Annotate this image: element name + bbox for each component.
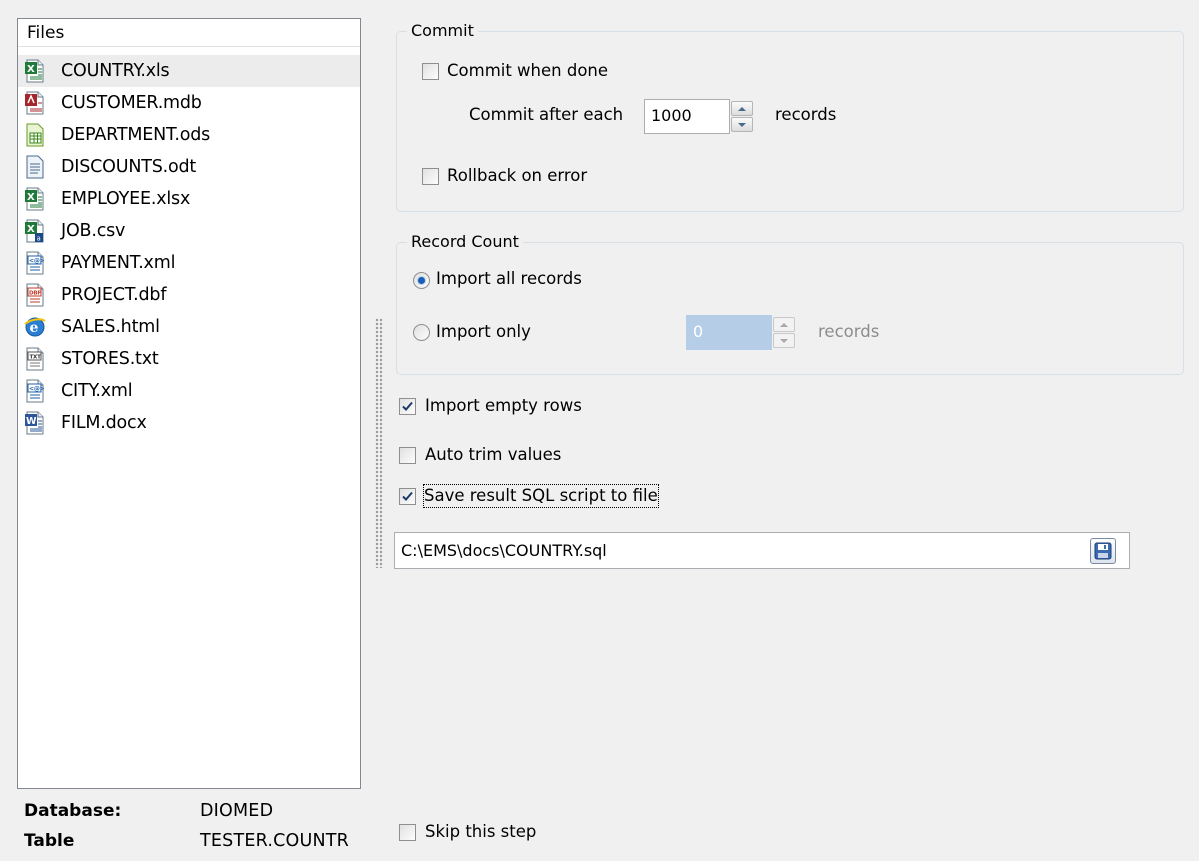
save-disk-icon (1094, 542, 1112, 560)
file-name: JOB.csv (61, 221, 126, 241)
files-panel: Files X COUNTRY.xls CUSTOMER.mdb DEPARTM… (17, 18, 361, 789)
svg-text:<@>: <@> (29, 386, 45, 393)
svg-text:X: X (27, 192, 35, 203)
svg-text:TXT: TXT (30, 355, 42, 361)
csv-file-icon: X a (25, 219, 46, 243)
arrow-down-icon (738, 122, 746, 127)
file-name: COUNTRY.xls (61, 61, 170, 81)
file-name: CITY.xml (61, 381, 133, 401)
import-only-label[interactable]: Import only (436, 321, 531, 343)
record-count-group: Record Count (396, 230, 1184, 375)
file-item-city[interactable]: <@> CITY.xml (18, 375, 360, 407)
ods-file-icon (26, 123, 44, 147)
txt-file-icon: TXT (24, 347, 46, 371)
commit-after-each-label: Commit after each (469, 105, 624, 124)
commit-after-each-input[interactable]: 1000 (644, 99, 730, 134)
commit-when-done-checkbox[interactable] (422, 63, 439, 80)
import-empty-rows-checkbox[interactable] (399, 398, 416, 415)
xml-file-icon: <@> (24, 251, 45, 275)
excel-file-icon: X (25, 187, 46, 211)
import-all-records-label[interactable]: Import all records (436, 268, 582, 290)
file-name: FILM.docx (61, 413, 147, 433)
save-sql-script-checkbox[interactable] (399, 488, 416, 505)
file-item-employee[interactable]: X EMPLOYEE.xlsx (18, 183, 360, 215)
odt-file-icon (26, 155, 44, 179)
splitter-handle[interactable] (375, 318, 383, 568)
html-file-icon: e (24, 317, 46, 337)
table-label: Table (24, 831, 75, 851)
import-only-records-suffix: records (818, 322, 880, 341)
file-item-job[interactable]: X a JOB.csv (18, 215, 360, 247)
file-item-stores[interactable]: TXT STORES.txt (18, 343, 360, 375)
sql-script-path-input[interactable]: C:\EMS\docs\COUNTRY.sql (394, 532, 1130, 569)
svg-text:X: X (27, 224, 35, 235)
database-label: Database: (24, 801, 122, 821)
file-item-sales[interactable]: e SALES.html (18, 311, 360, 343)
spin-down-button[interactable] (731, 117, 753, 132)
svg-text:DBF: DBF (29, 291, 41, 297)
commit-group-title: Commit (407, 19, 478, 43)
import-only-spinner[interactable] (773, 317, 795, 348)
svg-text:a: a (37, 235, 41, 243)
save-file-button[interactable] (1090, 538, 1116, 564)
xml-file-icon: <@> (24, 379, 45, 403)
file-item-film[interactable]: W FILM.docx (18, 407, 360, 439)
dbf-file-icon: DBF (24, 283, 46, 307)
file-name: STORES.txt (61, 349, 159, 369)
spin-down-button[interactable] (773, 333, 795, 348)
svg-text:e: e (30, 320, 39, 336)
file-item-project[interactable]: DBF PROJECT.dbf (18, 279, 360, 311)
auto-trim-values-checkbox[interactable] (399, 447, 416, 464)
import-only-count-input[interactable]: 0 (686, 315, 772, 350)
file-name: SALES.html (61, 317, 160, 337)
table-value: TESTER.COUNTR (200, 831, 350, 851)
file-item-discounts[interactable]: DISCOUNTS.odt (18, 151, 360, 183)
file-item-payment[interactable]: <@> PAYMENT.xml (18, 247, 360, 279)
database-value: DIOMED (200, 801, 274, 821)
commit-after-each-spinner[interactable] (731, 101, 753, 132)
commit-records-suffix: records (775, 105, 837, 124)
arrow-up-icon (780, 322, 788, 327)
svg-text:<@>: <@> (29, 258, 45, 265)
word-file-icon: W (25, 411, 46, 435)
file-item-department[interactable]: DEPARTMENT.ods (18, 119, 360, 151)
save-sql-script-label[interactable]: Save result SQL script to file (423, 484, 659, 508)
file-item-customer[interactable]: CUSTOMER.mdb (18, 87, 360, 119)
svg-text:X: X (27, 64, 35, 75)
file-name: PROJECT.dbf (61, 285, 167, 305)
auto-trim-values-label[interactable]: Auto trim values (425, 444, 561, 466)
files-header[interactable]: Files (18, 19, 360, 47)
rollback-on-error-label[interactable]: Rollback on error (447, 165, 587, 187)
spin-up-button[interactable] (773, 317, 795, 332)
arrow-up-icon (738, 106, 746, 111)
access-file-icon (25, 91, 46, 115)
svg-text:W: W (26, 416, 37, 427)
arrow-down-icon (780, 338, 788, 343)
import-empty-rows-label[interactable]: Import empty rows (425, 395, 582, 417)
rollback-on-error-checkbox[interactable] (422, 168, 439, 185)
commit-when-done-label[interactable]: Commit when done (447, 60, 608, 82)
file-name: CUSTOMER.mdb (61, 93, 202, 113)
excel-file-icon: X (25, 59, 46, 83)
file-name: DEPARTMENT.ods (61, 125, 211, 145)
import-only-radio[interactable] (413, 324, 430, 341)
record-count-group-title: Record Count (407, 230, 523, 254)
skip-this-step-checkbox[interactable] (399, 824, 416, 841)
file-name: EMPLOYEE.xlsx (61, 189, 191, 209)
import-all-records-radio[interactable] (413, 272, 430, 289)
skip-this-step-label[interactable]: Skip this step (425, 821, 536, 843)
file-name: DISCOUNTS.odt (61, 157, 197, 177)
spin-up-button[interactable] (731, 101, 753, 116)
file-name: PAYMENT.xml (61, 253, 176, 273)
file-item-country[interactable]: X COUNTRY.xls (18, 55, 360, 87)
file-list: X COUNTRY.xls CUSTOMER.mdb DEPARTMENT.od… (18, 55, 360, 439)
